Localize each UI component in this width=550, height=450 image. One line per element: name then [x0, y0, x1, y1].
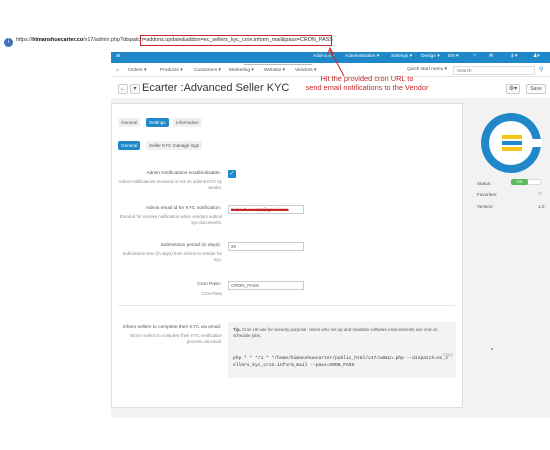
notif-help: Admin notifications received or not on s… — [118, 179, 222, 190]
tab-general[interactable]: General — [118, 118, 141, 127]
cron-command[interactable]: php * * */1 * */home/himanshuecarter/pub… — [233, 356, 449, 369]
version-label: Version: — [477, 204, 494, 209]
period-label: Submission period (in days): — [160, 243, 221, 248]
cursor-dot — [491, 348, 493, 350]
tip-bold: Tip. — [233, 327, 241, 332]
subtab-kyc-logs[interactable]: Seller KYC manage logs — [146, 141, 203, 150]
annotation-line-1: Hit the provided cron URL to — [320, 74, 414, 83]
period-help: Submission time (in days) from inform to… — [122, 251, 222, 262]
email-help: Email id for receive notification when v… — [119, 214, 222, 225]
email-field[interactable]: mahesh.ecarter@gmail.com — [228, 205, 304, 214]
cron-field[interactable]: CRON_PASS — [228, 281, 304, 290]
version-value: 1.0 — [538, 204, 545, 209]
addon-logo — [481, 113, 542, 173]
email-label: Admin email id for KYC notification: — [145, 206, 221, 211]
cron-help: Cron Pass — [201, 291, 223, 296]
inform-label: Inform sellers to complete their KYC via… — [122, 325, 221, 330]
status-label: Status: — [477, 181, 492, 186]
inform-help: Inform sellers to complete their KYC ver… — [129, 333, 222, 344]
tab-settings[interactable]: Settings — [146, 118, 169, 127]
tip-text: Tip. Cron Url use for security purpose. … — [233, 327, 451, 339]
status-on-badge[interactable]: ON — [511, 179, 528, 185]
annotation-text: Hit the provided cron URL to send email … — [282, 74, 452, 92]
period-field[interactable]: 20 — [228, 242, 304, 251]
tab-information[interactable]: Information — [173, 118, 202, 127]
email-value: mahesh.ecarter@gmail.com — [231, 207, 289, 212]
divider — [118, 305, 455, 306]
cron-label: Cron Pass: — [197, 282, 221, 287]
tip-body: Cron Url use for security purpose. Users… — [233, 327, 438, 338]
subtab-general[interactable]: General — [118, 141, 141, 150]
annotation-line-2: send email notifications to the Vendor — [305, 83, 429, 92]
favorites-label: Favorites: — [477, 192, 498, 197]
notif-checkbox[interactable]: ✓ — [228, 170, 236, 178]
star-icon[interactable]: ✩ — [538, 191, 542, 197]
notif-label: Admin Notifications enable/disable: — [146, 171, 221, 176]
